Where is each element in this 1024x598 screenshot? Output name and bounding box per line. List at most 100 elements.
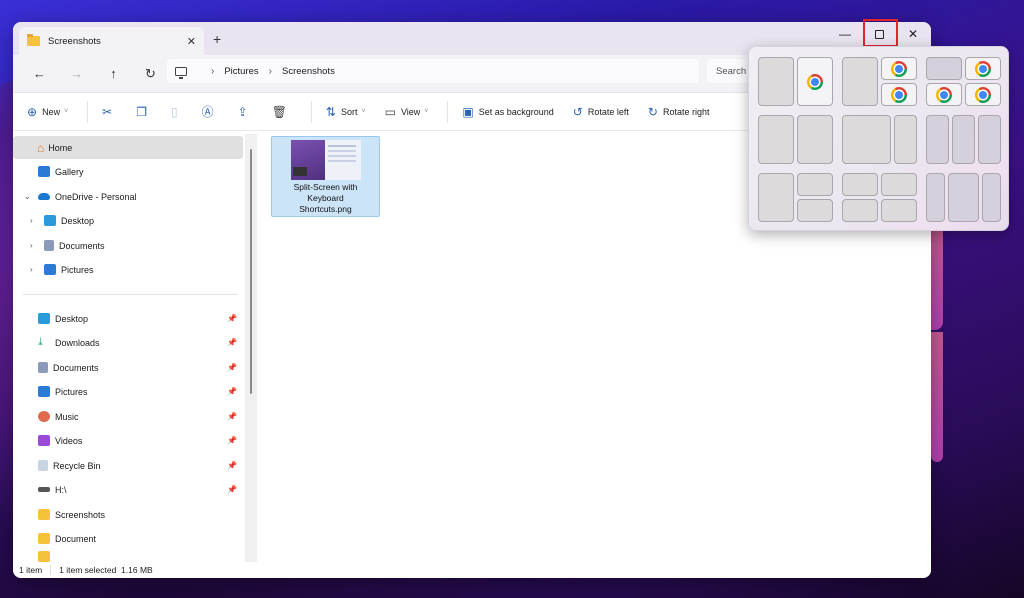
- sort-icon: ⇅: [325, 104, 336, 119]
- rotate-right-button[interactable]: ↻ Rotate right: [648, 105, 710, 119]
- breadcrumb-pictures[interactable]: Pictures: [224, 66, 258, 77]
- snap-zone[interactable]: [881, 57, 917, 80]
- snap-zone[interactable]: [842, 199, 878, 222]
- snap-zone[interactable]: [881, 173, 917, 196]
- snap-zone[interactable]: [842, 173, 878, 196]
- sidebar-item-onedrive-pictures[interactable]: › Pictures: [13, 258, 243, 281]
- snap-zone[interactable]: [926, 173, 945, 222]
- folder-screenshots[interactable]: Screenshots: [13, 503, 243, 526]
- pin-icon[interactable]: 📌: [227, 363, 237, 372]
- up-button[interactable]: ↑: [95, 66, 132, 81]
- snap-zone[interactable]: [842, 57, 878, 106]
- file-item[interactable]: Split-Screen with Keyboard Shortcuts.png: [271, 136, 380, 217]
- pin-icon[interactable]: 📌: [227, 387, 237, 396]
- desktop-icon: [38, 313, 50, 324]
- snap-zone[interactable]: [758, 173, 794, 222]
- chevron-right-icon[interactable]: ›: [30, 265, 33, 274]
- chevron-right-icon[interactable]: ›: [30, 241, 33, 250]
- sidebar-item-label: OneDrive - Personal: [55, 191, 137, 202]
- snap-zone[interactable]: [948, 173, 979, 222]
- copy-button[interactable]: ❐: [136, 105, 152, 119]
- pin-icon[interactable]: 📌: [227, 436, 237, 445]
- new-button[interactable]: ⊕ New ˅: [27, 105, 68, 119]
- snap-zone[interactable]: [758, 57, 794, 106]
- sidebar-item-onedrive[interactable]: ⌄ OneDrive - Personal: [13, 185, 243, 208]
- pictures-icon: [38, 386, 50, 397]
- delete-button[interactable]: 🗑: [272, 105, 292, 119]
- chevron-right-icon[interactable]: ›: [211, 66, 214, 77]
- sidebar-scroll-thumb[interactable]: [250, 149, 252, 394]
- snap-zone[interactable]: [797, 57, 833, 106]
- snap-zone[interactable]: [842, 115, 891, 164]
- quick-access-music[interactable]: Music 📌: [13, 405, 243, 428]
- folder-document[interactable]: Document: [13, 527, 243, 550]
- chrome-icon: [975, 86, 991, 103]
- sidebar-item-onedrive-documents[interactable]: › Documents: [13, 234, 243, 257]
- pin-icon[interactable]: 📌: [227, 412, 237, 421]
- plus-circle-icon: ⊕: [27, 104, 38, 119]
- folder-partial[interactable]: [13, 551, 243, 562]
- snap-layouts-flyout: [748, 46, 1009, 231]
- quick-access-recycle-bin[interactable]: Recycle Bin 📌: [13, 454, 243, 477]
- close-window-button[interactable]: ✕: [896, 22, 930, 46]
- paste-button[interactable]: ▯: [171, 105, 183, 119]
- quick-access-downloads[interactable]: ⤓ Downloads 📌: [13, 331, 243, 354]
- share-button[interactable]: ⇪: [238, 105, 253, 119]
- snap-zone[interactable]: [926, 115, 949, 164]
- sidebar-item-home[interactable]: ⌂ Home: [13, 136, 243, 159]
- desktop-icon: [44, 215, 56, 226]
- snap-zone[interactable]: [965, 83, 1001, 106]
- snap-zone[interactable]: [881, 199, 917, 222]
- selection-info: 1 item selected 1.16 MB: [59, 565, 153, 575]
- snap-zone[interactable]: [982, 173, 1001, 222]
- chevron-right-icon[interactable]: ›: [30, 216, 33, 225]
- minimize-button[interactable]: —: [828, 22, 862, 46]
- pin-icon[interactable]: 📌: [227, 461, 237, 470]
- quick-access-pictures[interactable]: Pictures 📌: [13, 380, 243, 403]
- rotate-left-icon: ↺: [572, 104, 583, 119]
- pin-icon[interactable]: 📌: [227, 338, 237, 347]
- rotate-left-button[interactable]: ↺ Rotate left: [573, 105, 629, 119]
- sidebar-divider: [23, 294, 238, 295]
- tab-screenshots[interactable]: Screenshots ✕: [19, 27, 204, 55]
- snap-zone[interactable]: [926, 57, 962, 80]
- quick-access-videos[interactable]: Videos 📌: [13, 429, 243, 452]
- chevron-right-icon[interactable]: ›: [269, 66, 272, 77]
- rename-button[interactable]: Ⓐ: [202, 103, 219, 120]
- breadcrumb-screenshots[interactable]: Screenshots: [282, 66, 335, 77]
- chevron-down-icon[interactable]: ⌄: [24, 192, 31, 201]
- set-as-background-button[interactable]: ▣ Set as background: [462, 105, 553, 119]
- quick-access-documents[interactable]: Documents 📌: [13, 356, 243, 379]
- sidebar-item-onedrive-desktop[interactable]: › Desktop: [13, 209, 243, 232]
- close-tab-icon[interactable]: ✕: [187, 35, 196, 48]
- pin-icon[interactable]: 📌: [227, 314, 237, 323]
- snap-zone[interactable]: [952, 115, 975, 164]
- new-label: New: [42, 106, 61, 117]
- rotate-right-label: Rotate right: [662, 106, 710, 117]
- chevron-down-icon: ˅: [64, 108, 69, 115]
- sort-button[interactable]: ⇅ Sort ˅: [326, 105, 366, 119]
- back-button[interactable]: ←: [21, 66, 58, 81]
- snap-zone[interactable]: [881, 83, 917, 106]
- snap-zone[interactable]: [978, 115, 1001, 164]
- sidebar-item-gallery[interactable]: Gallery: [13, 160, 243, 183]
- snap-zone[interactable]: [965, 57, 1001, 80]
- pin-icon[interactable]: 📌: [227, 485, 237, 494]
- new-tab-button[interactable]: +: [213, 31, 221, 47]
- snap-zone[interactable]: [758, 115, 794, 164]
- cut-button[interactable]: ✂: [102, 105, 117, 119]
- chrome-icon: [975, 60, 991, 77]
- snap-zone[interactable]: [797, 173, 833, 196]
- forward-button[interactable]: →: [58, 66, 95, 81]
- sidebar-item-label: H:\: [55, 484, 67, 495]
- address-bar[interactable]: › Pictures › Screenshots: [167, 59, 699, 83]
- snap-zone[interactable]: [797, 115, 833, 164]
- view-button[interactable]: ▭ View ˅: [385, 105, 429, 119]
- snap-zone[interactable]: [797, 199, 833, 222]
- quick-access-desktop[interactable]: Desktop 📌: [13, 307, 243, 330]
- snap-zone[interactable]: [926, 83, 962, 106]
- refresh-button[interactable]: ↻: [132, 66, 169, 82]
- rotate-left-label: Rotate left: [587, 106, 629, 117]
- quick-access-h-drive[interactable]: H:\ 📌: [13, 478, 243, 501]
- snap-zone[interactable]: [894, 115, 917, 164]
